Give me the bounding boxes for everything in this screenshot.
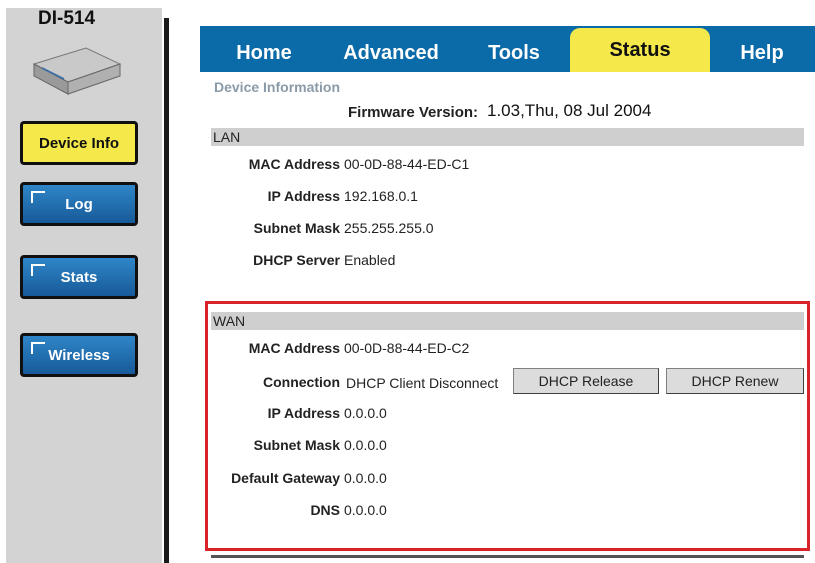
wan-subnet-label: Subnet Mask	[253, 437, 340, 453]
lan-ip-value: 192.168.0.1	[344, 188, 418, 204]
lan-dhcp-label: DHCP Server	[253, 252, 340, 268]
bottom-divider	[211, 555, 804, 558]
wan-connection-label: Connection	[263, 374, 340, 390]
wan-highlight-box	[205, 301, 810, 551]
section-subtitle: Device Information	[214, 79, 341, 95]
tab-advanced[interactable]: Advanced	[325, 34, 457, 72]
wan-subnet-value: 0.0.0.0	[344, 437, 387, 453]
corner-bracket-icon	[31, 342, 45, 354]
tab-status[interactable]: Status	[570, 28, 710, 72]
wan-dns-label: DNS	[310, 502, 340, 518]
firmware-value: 1.03,Thu, 08 Jul 2004	[487, 101, 652, 120]
wan-mac-value: 00-0D-88-44-ED-C2	[344, 340, 470, 356]
wan-gateway-label: Default Gateway	[231, 470, 340, 486]
wan-mac-label: MAC Address	[248, 340, 340, 356]
sidebar-divider	[164, 18, 169, 563]
lan-mac-label: MAC Address	[248, 156, 340, 172]
model-name: DI-514	[38, 8, 96, 29]
wan-connection-value: DHCP Client Disconnect	[346, 375, 499, 391]
tab-help[interactable]: Help	[716, 34, 808, 72]
lan-ip-label: IP Address	[267, 188, 340, 204]
lan-subnet-label: Subnet Mask	[253, 220, 340, 236]
lan-dhcp-value: Enabled	[344, 252, 396, 268]
sidebar-item-stats[interactable]: Stats	[20, 255, 138, 299]
sidebar-item-device-info[interactable]: Device Info	[20, 121, 138, 165]
tab-tools[interactable]: Tools	[462, 34, 566, 72]
wan-ip-label: IP Address	[267, 405, 340, 421]
sidebar-item-label: Wireless	[48, 346, 110, 364]
dhcp-renew-button[interactable]: DHCP Renew	[666, 368, 804, 394]
wan-section-header: WAN	[211, 312, 804, 330]
wan-gateway-value: 0.0.0.0	[344, 470, 387, 486]
sidebar-item-label: Stats	[60, 268, 98, 286]
sidebar-item-wireless[interactable]: Wireless	[20, 333, 138, 377]
wan-dns-value: 0.0.0.0	[344, 502, 387, 518]
tab-home[interactable]: Home	[210, 34, 318, 72]
lan-section-header: LAN	[211, 128, 804, 146]
corner-bracket-icon	[31, 264, 45, 276]
sidebar-item-log[interactable]: Log	[20, 182, 138, 226]
lan-mac-value: 00-0D-88-44-ED-C1	[344, 156, 470, 172]
firmware-label: Firmware Version:	[348, 104, 479, 121]
lan-subnet-value: 255.255.255.0	[344, 220, 434, 236]
corner-bracket-icon	[31, 191, 45, 203]
sidebar-item-label: Log	[65, 195, 93, 213]
sidebar-item-label: Device Info	[38, 134, 120, 152]
dhcp-release-button[interactable]: DHCP Release	[513, 368, 659, 394]
router-icon	[32, 47, 122, 95]
wan-ip-value: 0.0.0.0	[344, 405, 387, 421]
